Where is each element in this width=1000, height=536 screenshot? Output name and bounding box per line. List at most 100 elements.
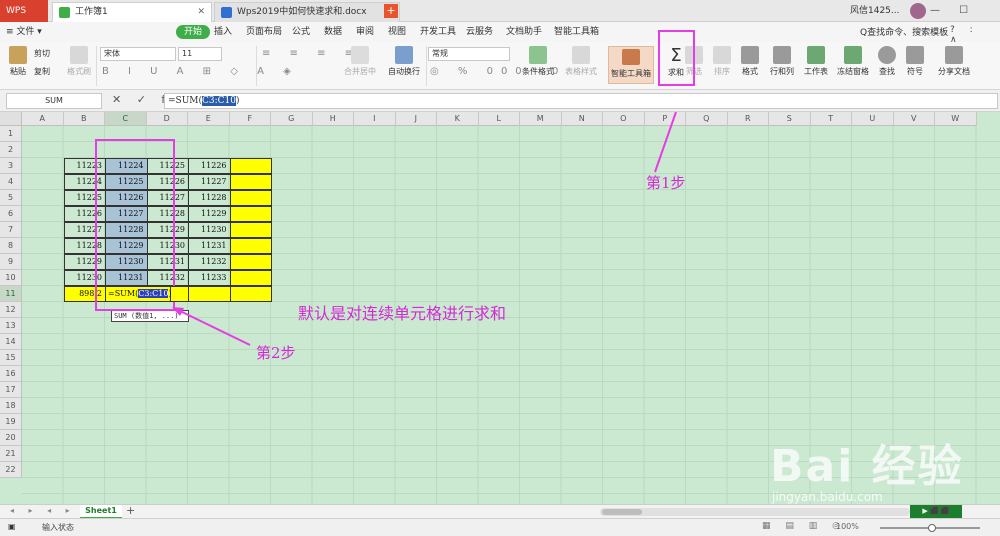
wrap-text-button[interactable]: 自动换行: [384, 46, 424, 77]
avatar[interactable]: [910, 3, 926, 19]
menu-formulas[interactable]: 公式: [292, 25, 310, 39]
merge-icon: [351, 46, 369, 64]
table-style-label: 表格样式: [565, 67, 597, 76]
menu-smart-toolbox[interactable]: 智能工具箱: [554, 25, 599, 39]
format-label: 格式: [742, 67, 758, 76]
format-painter-button[interactable]: 格式刷: [66, 46, 92, 77]
menu-file[interactable]: ≡ 文件 ▾: [6, 25, 42, 39]
sheet-bar: ◂ ▸ ◂ ▸ Sheet1 + ▶ ⬛ ⬛: [0, 504, 1000, 519]
row-column-label: 行和列: [770, 67, 794, 76]
menu-doc-assistant[interactable]: 文档助手: [506, 25, 542, 39]
step2-arrow: [177, 309, 251, 346]
close-tab-icon[interactable]: ✕: [197, 3, 205, 21]
sort-label: 排序: [714, 67, 730, 76]
baidu-watermark: Bai 经验: [770, 441, 964, 492]
worksheet-label: 工作表: [804, 67, 828, 76]
find-button[interactable]: 查找: [874, 46, 900, 77]
symbol-button[interactable]: 符号: [902, 46, 928, 77]
title-bar: WPS 工作簿1 ✕ Wps2019中如何快速求和.docx + 风信1425.…: [0, 0, 1000, 38]
cell-formula-suffix: ): [168, 289, 172, 298]
table-style-icon: [572, 46, 590, 64]
step1-label: 第1步: [646, 174, 686, 192]
font-size-select[interactable]: 11: [178, 47, 222, 61]
format-painter-label: 格式刷: [67, 67, 91, 76]
tab-document[interactable]: Wps2019中如何快速求和.docx: [214, 2, 400, 22]
menu-developer[interactable]: 开发工具: [420, 25, 456, 39]
sort-icon: [713, 46, 731, 64]
cut-button[interactable]: 剪切: [34, 48, 50, 59]
tab-workbook-label: 工作簿1: [75, 7, 108, 17]
worksheet-icon: [807, 46, 825, 64]
menu-data[interactable]: 数据: [324, 25, 342, 39]
freeze-icon: [844, 46, 862, 64]
menu-bar: ≡ 文件 ▾ 开始 插入 页面布局 公式 数据 审阅 视图 开发工具 云服务 文…: [0, 22, 1000, 45]
worksheet-button[interactable]: 工作表: [800, 46, 832, 77]
formula-bar: SUM ✕ ✓ fx =SUM(C3:C10): [0, 90, 1000, 112]
sheet-tab-sheet1[interactable]: Sheet1: [80, 505, 122, 519]
cell-c11[interactable]: =SUM(C3:C10): [105, 286, 172, 302]
spreadsheet-grid[interactable]: ABCDEFGHIJKLMNOPQRSTUVW 1 2 3 4 5 6 7 8 9 10 11 12 1…: [0, 112, 1000, 504]
window-controls[interactable]: — ☐ ✕: [930, 0, 1000, 38]
menu-review[interactable]: 审阅: [356, 25, 374, 39]
explanation-note: 默认是对连续单元格进行求和: [298, 304, 507, 323]
tab-workbook[interactable]: 工作簿1 ✕: [52, 2, 212, 22]
user-name[interactable]: 风信1425...: [850, 0, 900, 22]
status-text: 输入状态: [42, 523, 74, 532]
format-button[interactable]: 格式: [738, 46, 762, 77]
paste-button[interactable]: 粘贴: [6, 46, 30, 77]
wrap-icon: [395, 46, 413, 64]
add-sheet-button[interactable]: +: [126, 505, 135, 517]
font-name-select[interactable]: 宋体: [100, 47, 176, 61]
formula-suffix: ): [236, 96, 240, 106]
ribbon-divider: [426, 46, 427, 86]
brush-icon: [70, 46, 88, 64]
menu-cloud[interactable]: 云服务: [466, 25, 493, 39]
conditional-format-label: 条件格式: [522, 67, 554, 76]
wrap-label: 自动换行: [388, 67, 420, 76]
row-column-button[interactable]: 行和列: [766, 46, 798, 77]
menu-insert[interactable]: 插入: [214, 25, 232, 39]
watermark-url: jingyan.baidu.com: [772, 490, 883, 504]
horizontal-scrollbar[interactable]: [600, 508, 910, 516]
menu-start[interactable]: 开始: [176, 25, 211, 39]
omega-icon: [906, 46, 924, 64]
status-bar: ▣ 输入状态 ▦ ▤ ▥ ◎ 100%: [0, 518, 1000, 536]
menu-view[interactable]: 视图: [388, 25, 406, 39]
new-tab-button[interactable]: +: [384, 4, 398, 18]
name-box[interactable]: SUM: [6, 93, 102, 109]
sort-button[interactable]: 排序: [710, 46, 734, 77]
smart-toolbox-button[interactable]: 智能工具箱: [608, 46, 654, 84]
formula-ref: C3:C10: [202, 96, 237, 106]
zoom-knob[interactable]: [928, 524, 936, 532]
copy-button[interactable]: 复制: [34, 66, 50, 77]
command-search[interactable]: Q查找命令、搜索模板: [860, 25, 948, 38]
smart-toolbox-label: 智能工具箱: [611, 69, 651, 78]
step2-label: 第2步: [256, 344, 296, 362]
view-mode-icons[interactable]: ▦ ▤ ▥ ◎: [762, 521, 846, 531]
formula-prefix: =SUM(: [168, 96, 203, 106]
paste-label: 粘贴: [10, 67, 26, 76]
formula-input[interactable]: =SUM(C3:C10): [164, 93, 998, 109]
sheet-nav-icons[interactable]: ◂ ▸ ◂ ▸: [10, 506, 76, 515]
cell-formula-prefix: =SUM(: [108, 289, 139, 298]
symbol-label: 符号: [907, 67, 923, 76]
cell-formula-ref: C3:C10: [138, 289, 169, 298]
share-icon: [945, 46, 963, 64]
freeze-label: 冻结窗格: [837, 67, 869, 76]
wps-home-button[interactable]: WPS: [0, 0, 48, 22]
table-style-button[interactable]: 表格样式: [560, 46, 602, 77]
tray-widget[interactable]: ▶ ⬛ ⬛: [910, 505, 962, 518]
scroll-thumb[interactable]: [602, 509, 642, 515]
format-icon: [741, 46, 759, 64]
row-column-icon: [773, 46, 791, 64]
number-format-select[interactable]: 常规: [428, 47, 510, 61]
font-format-icons[interactable]: B I U A ⊞ ◇ A ◈: [102, 66, 299, 77]
search-icon: [878, 46, 896, 64]
zoom-level: 100%: [836, 522, 859, 531]
share-button[interactable]: 分享文档: [934, 46, 974, 77]
conditional-format-button[interactable]: 条件格式: [518, 46, 558, 77]
zoom-slider[interactable]: [880, 524, 980, 532]
freeze-panes-button[interactable]: 冻结窗格: [834, 46, 872, 77]
merge-center-button[interactable]: 合并居中: [340, 46, 380, 77]
menu-page-layout[interactable]: 页面布局: [246, 25, 282, 39]
